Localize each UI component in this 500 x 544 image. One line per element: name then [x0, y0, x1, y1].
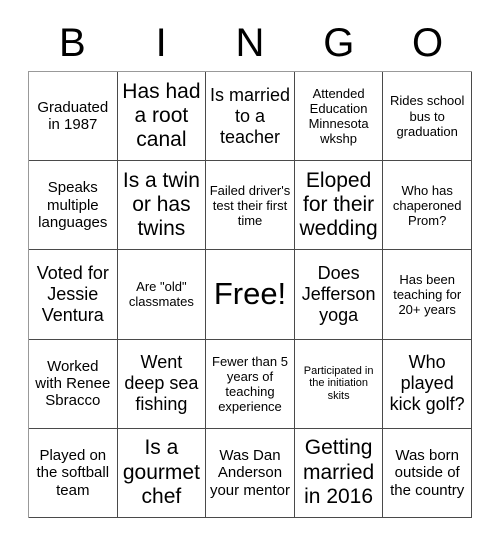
bingo-cell-label: Free! [213, 276, 287, 312]
bingo-cell-label: Getting married in 2016 [303, 436, 375, 509]
bingo-cell-label: Voted for Jessie Ventura [36, 263, 109, 325]
bingo-cell-label: Was Dan Anderson your mentor [209, 446, 291, 499]
bingo-cell[interactable]: Has been teaching for 20+ years [383, 250, 472, 340]
bingo-cell[interactable]: Fewer than 5 years of teaching experienc… [206, 339, 295, 429]
bingo-cell[interactable]: Is a gourmet chef [117, 428, 207, 518]
bingo-cell-label: Went deep sea fishing [124, 352, 199, 415]
bingo-grid: Graduated in 1987 Has had a root canal Is … [28, 71, 472, 518]
bingo-cell-label: Who played kick golf? [389, 352, 465, 415]
bingo-cell[interactable]: Who played kick golf? [383, 339, 472, 429]
bingo-cell[interactable]: Getting married in 2016 [294, 428, 384, 518]
bingo-header-letter-i: I [155, 20, 167, 65]
bingo-cell-label: Is a twin or has twins [122, 168, 200, 241]
bingo-cell[interactable]: Rides school bus to graduation [383, 72, 472, 162]
bingo-cell-label: Are "old" classmates [128, 279, 194, 310]
bingo-cell[interactable]: Was Dan Anderson your mentor [206, 428, 295, 518]
bingo-cell[interactable]: Graduated in 1987 [29, 72, 118, 162]
bingo-cell-label: Eloped for their wedding [299, 168, 378, 241]
bingo-header-letter-g: G [323, 20, 355, 65]
bingo-cell[interactable]: Is married to a teacher [206, 72, 295, 162]
bingo-cell-label: Was born outside of the country [390, 446, 465, 499]
bingo-cell[interactable]: Who has chaperoned Prom? [383, 161, 472, 251]
bingo-cell[interactable]: Eloped for their wedding [294, 161, 384, 251]
bingo-cell[interactable]: Voted for Jessie Ventura [29, 250, 118, 340]
bingo-cell-label: Who has chaperoned Prom? [392, 182, 462, 228]
bingo-free-space[interactable]: Free! [206, 250, 295, 340]
bingo-cell-label: Failed driver's test their first time [209, 182, 291, 228]
bingo-cell-label: Graduated in 1987 [37, 98, 109, 134]
bingo-header-letter-o: O [412, 20, 444, 65]
bingo-header-letter-n: N [235, 20, 265, 65]
bingo-cell-label: Has had a root canal [122, 79, 201, 152]
bingo-cell-label: Speaks multiple languages [38, 179, 108, 231]
bingo-header-letter-b: B [59, 20, 86, 65]
bingo-cell[interactable]: Failed driver's test their first time [206, 161, 295, 251]
bingo-cell[interactable]: Is a twin or has twins [117, 161, 207, 251]
bingo-header: B I N G O [28, 14, 472, 71]
bingo-cell-label: Worked with Renee Sbracco [35, 357, 111, 410]
bingo-cell-label: Is married to a teacher [209, 84, 290, 147]
bingo-cell-label: Fewer than 5 years of teaching experienc… [212, 353, 288, 414]
bingo-cell-label: Is a gourmet chef [122, 436, 200, 509]
bingo-cell-label: Has been teaching for 20+ years [393, 271, 462, 318]
bingo-cell[interactable]: Went deep sea fishing [117, 339, 207, 429]
bingo-cell-label: Attended Education Minnesota wkshp [308, 85, 369, 147]
bingo-cell-label: Played on the softball team [36, 446, 110, 499]
bingo-cell-label: Participated in the initiation skits [303, 364, 374, 403]
bingo-cell[interactable]: Worked with Renee Sbracco [29, 339, 118, 429]
bingo-cell[interactable]: Does Jefferson yoga [294, 250, 384, 340]
bingo-cell[interactable]: Speaks multiple languages [29, 161, 118, 251]
bingo-cell[interactable]: Played on the softball team [29, 428, 118, 518]
bingo-cell-label: Does Jefferson yoga [301, 263, 376, 325]
bingo-card: B I N G O Graduated in 1987 Has had a roo… [0, 0, 500, 544]
bingo-cell[interactable]: Was born outside of the country [383, 428, 472, 518]
bingo-cell[interactable]: Are "old" classmates [117, 250, 207, 340]
bingo-cell[interactable]: Attended Education Minnesota wkshp [294, 72, 384, 162]
bingo-cell-label: Rides school bus to graduation [389, 93, 465, 139]
bingo-cell[interactable]: Has had a root canal [117, 72, 207, 162]
bingo-cell[interactable]: Participated in the initiation skits [294, 339, 384, 429]
